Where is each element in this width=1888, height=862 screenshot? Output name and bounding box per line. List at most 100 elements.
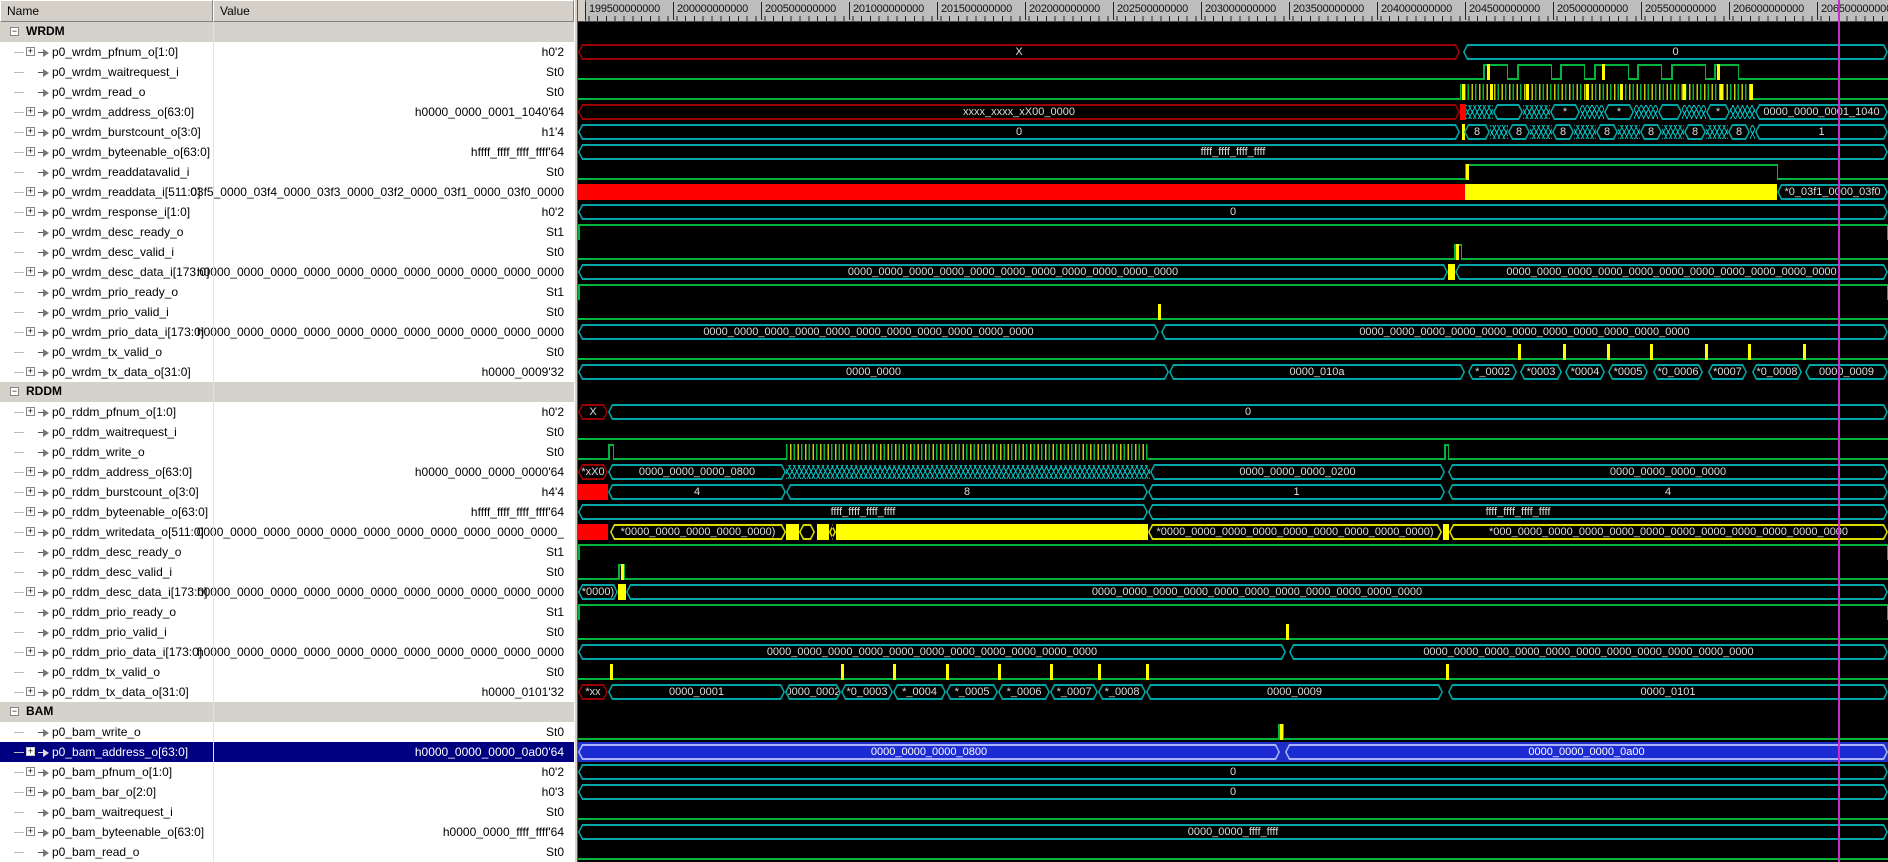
signal-row[interactable]: + p0_rddm_tx_data_o[31:0] 32'h0000_0101 [0,682,574,702]
signal-row[interactable]: + p0_bam_address_o[63:0] 64'h0000_0000_000… [0,742,574,762]
signal-row[interactable]: + p0_wrdm_address_o[63:0] 64'h0000_0000_00… [0,102,574,122]
expand-icon[interactable]: + [26,507,35,516]
signal-row[interactable]: + p0_wrdm_response_i[1:0] 2'h0 [0,202,574,222]
timeline-ruler[interactable]: 199500000000 200000000000 200500000000 2010… [578,0,1888,22]
wave-row[interactable] [578,622,1888,642]
name-column-header[interactable]: Name [0,0,213,22]
signal-row[interactable]: p0_rddm_desc_valid_i St0 [0,562,574,582]
signal-row[interactable]: + p0_rddm_prio_data_i[173:0] h0000_0000_00… [0,642,574,662]
signal-row[interactable]: p0_rddm_desc_ready_o St1 [0,542,574,562]
wave-row[interactable]: 088888881 [578,122,1888,142]
wave-row[interactable]: xxxx_xxxx_xX00_0000 * * * 0000_0000_0001_104… [578,102,1888,122]
expand-icon[interactable]: + [26,647,35,656]
wave-row[interactable] [578,242,1888,262]
wave-row[interactable]: *0000) 0000_0000_0000_0000_0000_0000_0000… [578,582,1888,602]
wave-row[interactable]: ffff_ffff_ffff_ffff ffff_ffff_ffff_ffff [578,502,1888,522]
signal-row[interactable]: p0_rddm_prio_valid_i St0 [0,622,574,642]
expand-icon[interactable]: + [26,827,35,836]
wave-row[interactable] [578,542,1888,562]
expand-icon[interactable]: + [26,767,35,776]
signal-row[interactable]: p0_wrdm_prio_valid_i St0 [0,302,574,322]
signal-row[interactable]: p0_wrdm_desc_valid_i St0 [0,242,574,262]
signal-row[interactable]: + p0_wrdm_prio_data_i[173:0] h0000_0000_00… [0,322,574,342]
collapse-icon[interactable]: − [10,707,19,716]
signal-row[interactable]: p0_rddm_waitrequest_i St0 [0,422,574,442]
wave-row[interactable]: ffff_ffff_ffff_ffff [578,142,1888,162]
wave-row[interactable] [578,562,1888,582]
expand-icon[interactable]: + [26,327,35,336]
wave-row[interactable]: *0_03f1_0000_03f0 [578,182,1888,202]
wave-row[interactable] [578,162,1888,182]
expand-icon[interactable]: + [26,687,35,696]
expand-icon[interactable]: + [26,267,35,276]
wave-row[interactable]: 0000_0000_0000_0800 0000_0000_0000_0a00 [578,742,1888,762]
expand-icon[interactable]: + [26,467,35,476]
wave-row[interactable]: 0000_0000_0000_0000_0000_0000_0000_0000_… [578,262,1888,282]
wave-row[interactable]: 0000_0000_ffff_ffff [578,822,1888,842]
wave-group-spacer[interactable] [578,702,1888,722]
wave-row[interactable]: X0 [578,42,1888,62]
expand-icon[interactable]: + [26,207,35,216]
expand-icon[interactable]: + [26,587,35,596]
signal-row[interactable]: + p0_bam_pfnum_o[1:0] 2'h0 [0,762,574,782]
wave-row[interactable] [578,422,1888,442]
wave-row[interactable]: 0000_0000_0000_0000_0000_0000_0000_0000_… [578,642,1888,662]
signal-row[interactable]: p0_bam_read_o St0 [0,842,574,862]
wave-row[interactable] [578,82,1888,102]
collapse-icon[interactable]: − [10,27,19,36]
signal-row[interactable]: p0_wrdm_readdatavalid_i St0 [0,162,574,182]
wave-row[interactable]: *0000_0000_0000_0000_0000) *0000_0000_000… [578,522,1888,542]
expand-icon[interactable]: + [26,487,35,496]
expand-icon[interactable]: + [26,787,35,796]
signal-row[interactable]: p0_bam_waitrequest_i St0 [0,802,574,822]
wave-group-spacer[interactable] [578,382,1888,402]
wave-row[interactable]: 0 [578,782,1888,802]
wave-row[interactable] [578,802,1888,822]
expand-icon[interactable]: + [26,107,35,116]
wave-row[interactable]: X0 [578,402,1888,422]
wave-row[interactable]: *xx 0000_0001 0000_0002 *0_0003 *_0004 *_0005… [578,682,1888,702]
signal-row[interactable]: p0_rddm_prio_ready_o St1 [0,602,574,622]
signal-row[interactable]: + p0_wrdm_readdata_i[511:0] 0000_03f5_0000… [0,182,574,202]
signal-row[interactable]: p0_wrdm_tx_valid_o St0 [0,342,574,362]
signal-row[interactable]: + p0_wrdm_burstcount_o[3:0] 4'h1 [0,122,574,142]
signal-row[interactable]: + p0_wrdm_pfnum_o[1:0] 2'h0 [0,42,574,62]
wave-row[interactable] [578,842,1888,862]
signal-row[interactable]: + p0_bam_bar_o[2:0] 3'h0 [0,782,574,802]
expand-icon[interactable]: + [26,127,35,136]
group-row[interactable]: − RDDM [0,382,574,402]
wave-row[interactable] [578,662,1888,682]
collapse-icon[interactable]: − [10,387,19,396]
signal-row[interactable]: + p0_rddm_byteenable_o[63:0] 64'hffff_ffff… [0,502,574,522]
wave-row[interactable]: 0 [578,202,1888,222]
wave-row[interactable] [578,442,1888,462]
expand-icon[interactable]: + [26,407,35,416]
signal-row[interactable]: + p0_rddm_burstcount_o[3:0] 4'h4 [0,482,574,502]
signal-row[interactable]: + p0_wrdm_desc_data_i[173:0] h0000_0000_00… [0,262,574,282]
wave-row[interactable] [578,602,1888,622]
signal-row[interactable]: p0_wrdm_read_o St0 [0,82,574,102]
signal-row[interactable]: + p0_wrdm_byteenable_o[63:0] 64'hffff_ffff… [0,142,574,162]
signal-row[interactable]: p0_wrdm_prio_ready_o St1 [0,282,574,302]
group-row[interactable]: − BAM [0,702,574,722]
expand-icon[interactable]: + [26,187,35,196]
signal-row[interactable]: p0_wrdm_desc_ready_o St1 [0,222,574,242]
wave-row[interactable] [578,302,1888,322]
wave-row[interactable]: 4814 [578,482,1888,502]
wave-row[interactable] [578,62,1888,82]
signal-row[interactable]: + p0_bam_byteenable_o[63:0] 64'h0000_0000_… [0,822,574,842]
signal-row[interactable]: p0_wrdm_waitrequest_i St0 [0,62,574,82]
wave-row[interactable] [578,282,1888,302]
wave-row[interactable] [578,222,1888,242]
wave-row[interactable]: 0000_0000 0000_010a *_0002 *0003 *0004 *0005 *… [578,362,1888,382]
wave-row[interactable] [578,722,1888,742]
expand-icon[interactable]: + [26,147,35,156]
expand-icon[interactable]: + [26,747,35,756]
wave-row[interactable] [578,342,1888,362]
signal-row[interactable]: + p0_rddm_address_o[63:0] 64'h0000_0000_00… [0,462,574,482]
group-row[interactable]: − WRDM [0,22,574,42]
wave-row[interactable]: 0000_0000_0000_0000_0000_0000_0000_0000_… [578,322,1888,342]
wave-row[interactable]: *xX0 0000_0000_0000_0800 0000_0000_0000_02… [578,462,1888,482]
signal-row[interactable]: p0_bam_write_o St0 [0,722,574,742]
expand-icon[interactable]: + [26,367,35,376]
